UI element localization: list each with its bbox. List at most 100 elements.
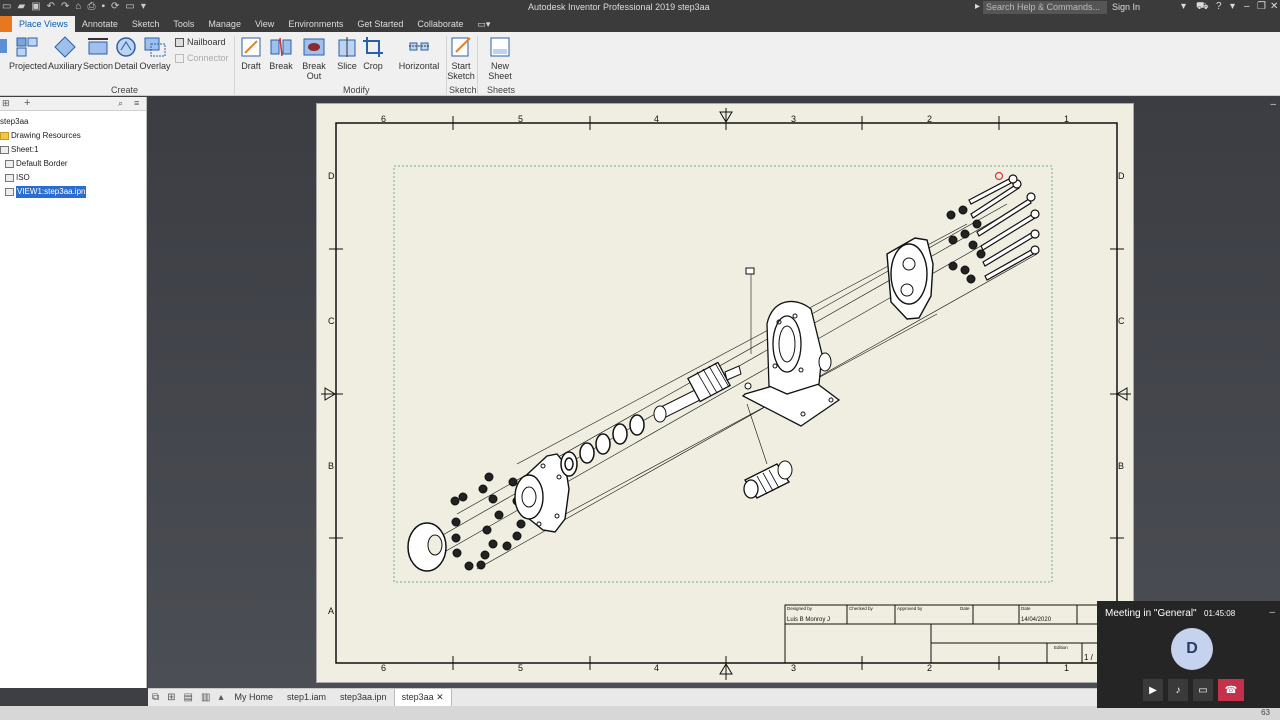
save-icon[interactable]: ▣ bbox=[31, 1, 40, 12]
hang-up-button[interactable]: ☎ bbox=[1218, 679, 1244, 701]
browser-menu-icon[interactable]: ⊞ bbox=[2, 98, 10, 109]
meeting-controls: ▶ ♪ ▭ ☎ bbox=[1143, 679, 1244, 701]
tab-get-started[interactable]: Get Started bbox=[350, 16, 410, 32]
title-block-text: Designed by Checked by Approved by Date … bbox=[787, 606, 1094, 662]
slice-icon bbox=[336, 36, 358, 58]
tab-tools[interactable]: Tools bbox=[166, 16, 201, 32]
detail-button[interactable]: Detail bbox=[114, 36, 138, 71]
tab-environments[interactable]: Environments bbox=[281, 16, 350, 32]
browser-list-icon[interactable]: ≡ bbox=[134, 98, 139, 108]
meeting-timer: 01:45:08 bbox=[1204, 609, 1236, 618]
pump-body-part bbox=[741, 300, 841, 427]
designed-by-label: Designed by bbox=[787, 606, 813, 611]
draft-button[interactable]: Draft bbox=[239, 36, 263, 71]
help-icon[interactable]: ? bbox=[1216, 1, 1222, 12]
file-tab[interactable] bbox=[0, 16, 12, 32]
meeting-minimize-icon[interactable]: – bbox=[1269, 607, 1275, 618]
tree-item-view1[interactable]: VIEW1:step3aa.ipn bbox=[0, 185, 87, 199]
measure-icon[interactable]: ▭ bbox=[125, 1, 134, 12]
ribbon-display-icon[interactable]: ▭▾ bbox=[470, 16, 497, 32]
projected-button[interactable]: Projected bbox=[9, 36, 47, 71]
drawing-sheet[interactable]: 6 5 4 3 2 1 6 5 4 3 2 1 D C B A D C B De… bbox=[316, 103, 1134, 683]
section-label: Section bbox=[83, 61, 114, 71]
break-out-label: Break Out bbox=[302, 61, 326, 81]
microphone-button[interactable]: ♪ bbox=[1168, 679, 1188, 701]
print-icon[interactable]: ⎙ bbox=[87, 1, 95, 12]
nailboard-button[interactable]: Nailboard bbox=[175, 37, 226, 47]
tab-list-icon[interactable]: ▴ bbox=[214, 692, 227, 703]
cart-icon[interactable]: ▾ bbox=[1181, 1, 1186, 12]
section-button[interactable]: Section bbox=[83, 36, 113, 71]
tree-item-default-border[interactable]: Default Border bbox=[0, 157, 86, 171]
draft-icon bbox=[240, 36, 262, 58]
meeting-overlay[interactable]: Meeting in "General" 01:45:08 – D ▶ ♪ ▭ … bbox=[1097, 601, 1280, 708]
restore-icon[interactable]: ❐ bbox=[1257, 1, 1266, 12]
start-sketch-label-1: Start bbox=[451, 61, 471, 71]
select-icon[interactable]: ▪ bbox=[101, 1, 105, 12]
crop-icon bbox=[362, 36, 384, 58]
overlay-button[interactable]: Overlay bbox=[139, 36, 171, 71]
add-browser-icon[interactable]: + bbox=[24, 97, 30, 109]
new-sheet-button[interactable]: New Sheet bbox=[480, 36, 520, 81]
tree-item-sheet[interactable]: Sheet:1 bbox=[0, 143, 86, 157]
home-icon[interactable]: ⌂ bbox=[75, 1, 81, 12]
auxiliary-label: Auxiliary bbox=[47, 61, 82, 71]
tab-place-views[interactable]: Place Views bbox=[12, 16, 75, 32]
zone-number-bottom: 1 bbox=[1064, 663, 1069, 673]
tree-item-drawing-resources[interactable]: Drawing Resources bbox=[0, 129, 86, 143]
zone-number-bottom: 5 bbox=[518, 663, 523, 673]
crop-button[interactable]: Crop bbox=[361, 36, 385, 71]
tree-item-iso[interactable]: ISO bbox=[0, 171, 86, 185]
doc-tab-my-home[interactable]: My Home bbox=[227, 689, 280, 706]
tree-item-label: ISO bbox=[16, 173, 30, 182]
tab-view[interactable]: View bbox=[248, 16, 281, 32]
share-screen-button[interactable]: ▭ bbox=[1193, 679, 1213, 701]
break-button[interactable]: Break bbox=[268, 36, 294, 71]
store-icon[interactable]: ⛟ bbox=[1196, 1, 1209, 14]
right-cover-part bbox=[886, 237, 934, 320]
horizontal-button[interactable]: Horizontal bbox=[398, 36, 440, 71]
slice-button[interactable]: Slice bbox=[335, 36, 359, 71]
undo-icon[interactable]: ↶ bbox=[47, 1, 55, 12]
browser-search-icon[interactable]: ⌕ bbox=[118, 98, 123, 109]
nailboard-label: Nailboard bbox=[187, 37, 226, 47]
update-icon[interactable]: ⟳ bbox=[111, 1, 119, 12]
help-search-input[interactable]: Search Help & Commands... bbox=[983, 1, 1107, 14]
tab-manage[interactable]: Manage bbox=[201, 16, 248, 32]
sign-in-link[interactable]: Sign In bbox=[1112, 2, 1140, 12]
exploded-assembly-view[interactable] bbox=[407, 171, 1040, 572]
connector-label: Connector bbox=[187, 53, 229, 63]
folder-icon bbox=[0, 132, 9, 140]
canvas-minimize-icon[interactable]: – bbox=[1270, 99, 1276, 110]
base-view-button[interactable] bbox=[0, 36, 8, 61]
break-out-icon bbox=[303, 36, 325, 58]
doc-tab-step1[interactable]: step1.iam bbox=[280, 689, 333, 706]
cascade-icon[interactable]: ▤ bbox=[180, 692, 197, 703]
redo-icon[interactable]: ↷ bbox=[61, 1, 69, 12]
doc-tab-step3aa-ipn[interactable]: step3aa.ipn bbox=[333, 689, 394, 706]
new-icon[interactable]: ▭ bbox=[2, 1, 11, 12]
sheets-group-label: Sheets bbox=[487, 85, 516, 95]
doc-tab-step3aa[interactable]: step3aa ✕ bbox=[393, 689, 452, 706]
customize-qat-icon[interactable]: ▾ bbox=[141, 1, 146, 12]
close-icon[interactable]: ✕ bbox=[1270, 1, 1278, 12]
tile-grid-icon[interactable]: ⊞ bbox=[163, 692, 179, 703]
start-sketch-button[interactable]: Start Sketch bbox=[447, 36, 475, 81]
tab-collaborate[interactable]: Collaborate bbox=[410, 16, 470, 32]
tile-horizontal-icon[interactable]: ⧉ bbox=[148, 692, 163, 703]
minimize-icon[interactable]: – bbox=[1244, 1, 1250, 12]
group-separator bbox=[477, 36, 478, 94]
tab-sketch[interactable]: Sketch bbox=[125, 16, 167, 32]
search-arrow-icon[interactable]: ▸ bbox=[975, 1, 980, 12]
help-dropdown-icon[interactable]: ▾ bbox=[1230, 1, 1235, 12]
open-icon[interactable]: ▰ bbox=[17, 1, 25, 12]
camera-button[interactable]: ▶ bbox=[1143, 679, 1163, 701]
auxiliary-button[interactable]: Auxiliary bbox=[47, 36, 83, 71]
connector-button[interactable]: Connector bbox=[175, 53, 229, 63]
close-tab-icon[interactable]: ✕ bbox=[436, 692, 444, 702]
break-out-button[interactable]: Break Out bbox=[295, 36, 333, 81]
tab-annotate[interactable]: Annotate bbox=[75, 16, 125, 32]
tree-root[interactable]: step3aa bbox=[0, 115, 86, 129]
tile-vertical-icon[interactable]: ▥ bbox=[197, 692, 214, 703]
zone-letter-left: D bbox=[328, 171, 335, 181]
